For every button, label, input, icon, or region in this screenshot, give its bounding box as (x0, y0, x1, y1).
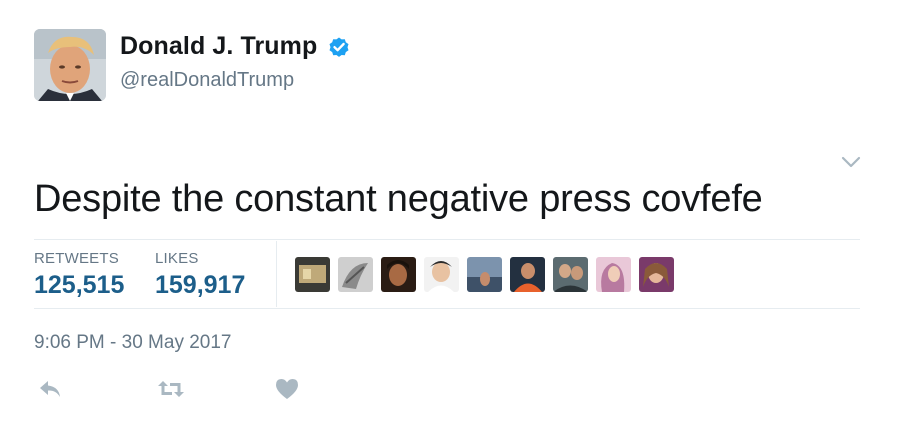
author-avatar[interactable] (34, 29, 106, 101)
avatar-image (34, 29, 106, 101)
author-handle[interactable]: @realDonaldTrump (120, 69, 294, 92)
verified-badge-icon (327, 35, 351, 59)
more-options-chevron-down-icon[interactable] (840, 154, 862, 170)
liker-avatar[interactable] (510, 257, 545, 292)
retweet-icon (158, 381, 184, 397)
likes-stat[interactable]: LIKES 159,917 (155, 250, 245, 300)
liker-avatars (295, 257, 674, 292)
liker-avatar[interactable] (295, 257, 330, 292)
liker-avatar[interactable] (553, 257, 588, 292)
stats-separator (276, 241, 277, 307)
tweet-timestamp[interactable]: 9:06 PM - 30 May 2017 (34, 332, 232, 354)
retweets-count: 125,515 (34, 271, 125, 299)
author-name-row: Donald J. Trump (120, 32, 351, 61)
likes-count: 159,917 (155, 271, 246, 299)
likes-label: LIKES (155, 250, 199, 267)
tweet-text: Despite the constant negative press covf… (34, 178, 763, 220)
heart-icon (276, 379, 298, 399)
liker-avatar[interactable] (424, 257, 459, 292)
retweets-label: RETWEETS (34, 250, 119, 267)
liker-avatar[interactable] (338, 257, 373, 292)
reply-icon (40, 381, 60, 397)
divider (34, 239, 860, 240)
divider (34, 308, 860, 309)
retweets-stat[interactable]: RETWEETS 125,515 (34, 250, 124, 300)
liker-avatar[interactable] (467, 257, 502, 292)
author-display-name[interactable]: Donald J. Trump (120, 32, 317, 61)
liker-avatar[interactable] (381, 257, 416, 292)
like-button[interactable] (273, 376, 301, 402)
liker-avatar[interactable] (596, 257, 631, 292)
retweet-button[interactable] (157, 376, 185, 402)
reply-button[interactable] (36, 376, 64, 402)
liker-avatar[interactable] (639, 257, 674, 292)
